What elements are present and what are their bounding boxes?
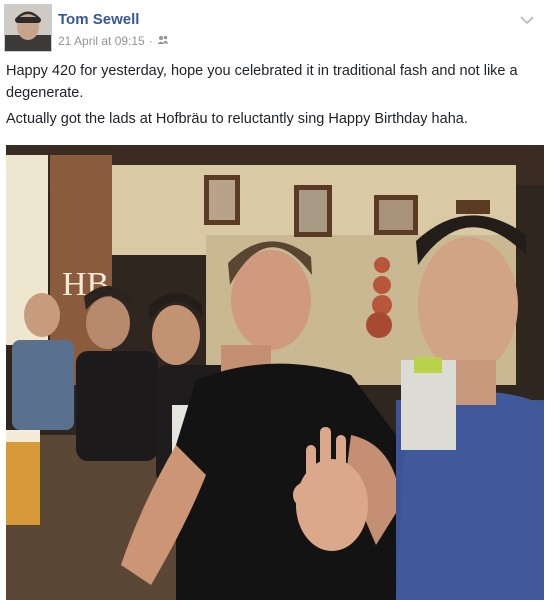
post-photo[interactable]: HB: [6, 145, 544, 600]
author-name[interactable]: Tom Sewell: [58, 11, 139, 28]
meta-separator: ·: [148, 34, 153, 48]
facebook-post: Tom Sewell 21 April at 09:15 · Happy 420…: [0, 0, 548, 600]
post-timestamp[interactable]: 21 April at 09:15: [58, 34, 145, 48]
post-paragraph-1: Happy 420 for yesterday, hope you celebr…: [6, 63, 518, 101]
post-paragraph-2: Actually got the lads at Hofbräu to relu…: [6, 111, 468, 127]
avatar[interactable]: [4, 4, 52, 52]
post-header: Tom Sewell 21 April at 09:15 ·: [4, 4, 548, 54]
friends-icon[interactable]: [157, 34, 169, 48]
post-meta: 21 April at 09:15 ·: [58, 34, 169, 48]
chevron-down-icon[interactable]: [520, 12, 534, 25]
post-body: Happy 420 for yesterday, hope you celebr…: [6, 60, 540, 134]
